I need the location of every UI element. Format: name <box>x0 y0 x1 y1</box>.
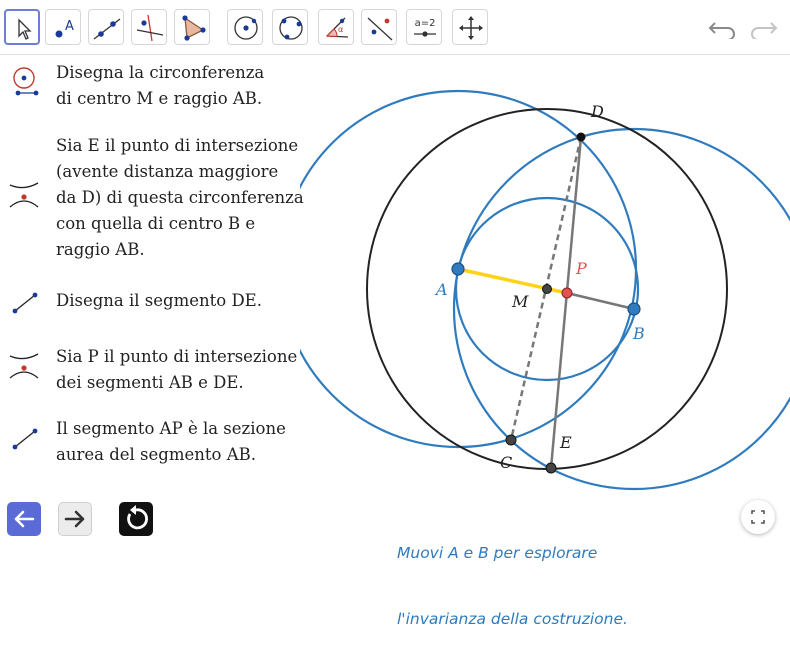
step-2-line-3: da D) di questa circonferenza <box>56 188 304 207</box>
segment-de <box>549 136 583 469</box>
point-icon: A <box>55 19 74 38</box>
circle-center-a <box>300 89 638 449</box>
segment-icon <box>12 428 38 450</box>
slider-tool-label: a=2 <box>415 18 436 29</box>
step-2-line-4: con quella di centro B e <box>56 214 256 233</box>
circle-diameter-ab <box>454 196 640 382</box>
step-5-line-2: aurea del segmento AB. <box>56 445 256 464</box>
point-m <box>542 284 552 294</box>
move-tool[interactable] <box>4 9 40 45</box>
intersect-icon <box>9 182 39 208</box>
redo-icon[interactable] <box>746 17 778 39</box>
move-view-icon <box>459 16 483 40</box>
slider-tool[interactable]: a=2 <box>406 9 442 45</box>
fullscreen-icon <box>751 510 765 524</box>
circle-three-points-tool[interactable] <box>272 9 308 45</box>
step-1-line-1: Disegna la circonferenza <box>56 63 265 82</box>
label-p: P <box>575 259 587 278</box>
move-view-tool[interactable] <box>452 9 488 45</box>
intersect-icon <box>9 353 39 379</box>
circle-center-m <box>366 108 728 470</box>
point-tool-label: A <box>65 19 74 34</box>
arrow-right-icon <box>64 510 85 528</box>
step-2-line-2: (avente distanza maggiore <box>56 162 279 181</box>
caption-line-2: l'invarianza della costruzione. <box>397 610 628 628</box>
point-a <box>451 262 465 276</box>
forward-button[interactable] <box>58 502 92 536</box>
cursor-icon <box>18 18 32 40</box>
point-c <box>505 434 517 446</box>
reflect-tool[interactable] <box>361 9 397 45</box>
circle-center-b <box>452 127 790 491</box>
point-d <box>576 132 586 142</box>
segment-pb <box>566 291 635 311</box>
segment-dc <box>509 136 583 441</box>
angle-tool[interactable]: α <box>318 9 354 45</box>
label-c: C <box>500 453 512 472</box>
polygon-icon <box>182 15 206 41</box>
segment-ap <box>457 267 568 295</box>
segment-icon <box>12 292 38 314</box>
point-p <box>561 287 573 299</box>
reset-button[interactable] <box>119 502 153 536</box>
caption: Muovi A e B per esplorare l'invarianza d… <box>397 498 628 652</box>
perpendicular-icon <box>136 14 164 42</box>
step-1-line-2: di centro M e raggio AB. <box>56 89 263 108</box>
step-2-line-1: Sia E il punto di intersezione <box>56 136 299 155</box>
perpendicular-tool[interactable] <box>131 9 167 45</box>
label-d: D <box>590 102 604 121</box>
circle-icon <box>13 67 39 96</box>
reset-icon <box>127 505 148 530</box>
circle-three-points-icon <box>279 16 303 40</box>
undo-icon[interactable] <box>708 17 740 39</box>
label-e: E <box>559 433 572 452</box>
point-e <box>545 462 557 474</box>
polygon-tool[interactable] <box>174 9 210 45</box>
line-tool[interactable] <box>88 9 124 45</box>
step-5-line-1: Il segmento AP è la sezione <box>56 419 286 438</box>
step-2-line-5: raggio AB. <box>56 240 145 259</box>
step-4-line-1: Sia P il punto di intersezione <box>56 347 298 366</box>
point-tool[interactable]: A <box>45 9 81 45</box>
caption-line-1: Muovi A e B per esplorare <box>397 544 598 562</box>
fullscreen-button[interactable] <box>741 500 775 534</box>
slider-icon: a=2 <box>414 18 436 37</box>
circle-center-point-tool[interactable] <box>227 9 263 45</box>
circle-center-icon <box>234 16 258 40</box>
svg-text:α: α <box>338 25 343 34</box>
label-m: M <box>511 292 529 311</box>
reflect-icon <box>367 17 393 41</box>
step-3-line-1: Disegna il segmento DE. <box>56 291 262 310</box>
back-button[interactable] <box>7 502 41 536</box>
label-b: B <box>632 324 645 343</box>
label-a: A <box>434 280 448 299</box>
point-b <box>627 302 641 316</box>
angle-icon: α <box>325 17 349 38</box>
line-icon <box>93 18 121 40</box>
arrow-left-icon <box>14 510 35 528</box>
toolbar: A α a=2 <box>0 0 790 55</box>
step-4-line-2: dei segmenti AB e DE. <box>56 373 244 392</box>
